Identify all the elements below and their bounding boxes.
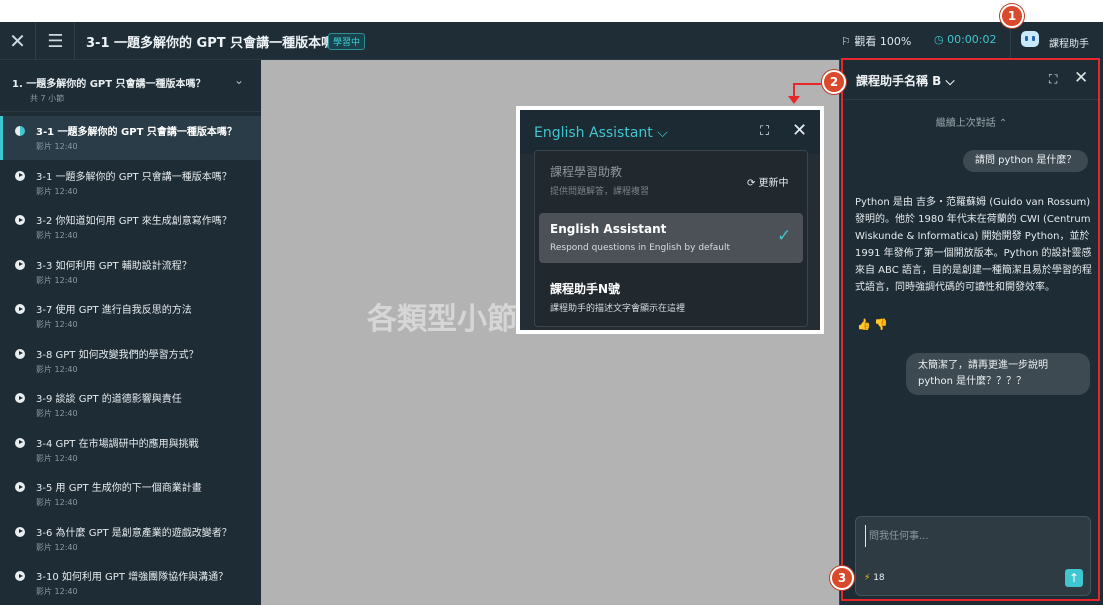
course-assistant-label: 課程助手 [1049,39,1089,50]
play-icon [15,215,25,225]
play-icon [15,437,25,448]
lesson-item[interactable]: 3-8 GPT 如何改變我們的學習方式？ 影片 12:40 [0,339,261,383]
lesson-item[interactable]: 3-2 你知道如何用 GPT 來生成創意寫作嗎？ 影片 12:40 [0,205,261,249]
assistant-panel-header: 課程助手名稱 B ⌵ ⛶ ✕ [840,60,1103,100]
timer: ◷ 00:00:02 [934,33,997,46]
assistant-name-selector[interactable]: 課程助手名稱 B ⌵ [856,72,955,89]
lesson-item[interactable]: 3-10 如何利用 GPT 增強團隊協作與溝通？ 影片 12:40 [0,561,261,605]
play-icon [15,126,25,136]
credit-value: 18 [873,573,885,583]
lesson-meta: 影片 12:40 [36,231,78,240]
play-icon [15,393,25,403]
lesson-meta: 影片 12:40 [36,542,78,552]
chapter-count: 共 7 小節 [30,94,65,103]
lesson-item[interactable]: 3-6 為什麼 GPT 是創意產業的遊戲改變者？ 影片 12:40 [0,517,261,561]
lesson-meta: 影片 12:40 [36,409,78,418]
lesson-item[interactable]: 3-1 一題多解你的 GPT 只會講一種版本嗎？ 影片 12:40 [0,116,261,160]
lesson-sidebar: 1. 一題多解你的 GPT 只會講一種版本嗎？ 共 7 小節 ⌄ 3-1 一題多… [0,60,261,605]
play-icon [15,304,25,314]
bot-icon [1021,31,1039,47]
annotation-marker: 3 [830,566,854,590]
updating-status: ⟳ 更新中 [747,178,789,189]
user-message: 太簡潔了，請再更進一步說明 python 是什麼？？？？ [906,353,1090,395]
lesson-meta: 影片 12:40 [36,275,78,285]
status-badge: 學習中 [328,33,366,50]
watch-progress: ⚐ 觀看 100% [841,35,912,48]
option-desc: Respond questions in English by default [550,243,730,253]
lesson-meta: 影片 12:40 [36,186,78,196]
top-bar: ✕ ☰ 3-1 一題多解你的 GPT 只會講一種版本嗎？ 學習中 ⚐ 觀看 10… [0,22,1103,60]
send-button[interactable]: ↑ [1065,569,1083,587]
lesson-meta: 影片 12:40 [36,587,78,596]
annotation-marker: 1 [1000,4,1024,28]
check-icon: ✓ [777,226,792,246]
play-icon [15,348,25,359]
lesson-meta: 影片 12:40 [36,453,78,463]
lesson-title: 3-1 一題多解你的 GPT 只會講一種版本嗎？ [86,36,348,51]
lightning-icon: ⚡ [864,573,871,583]
dropdown-option[interactable]: 課程助手N號 課程助手的描述文字會顯示在這裡 [539,271,803,321]
close-icon[interactable]: ✕ [792,120,807,141]
assistant-dropdown-callout: English Assistant ⌵ ⛶ ✕ 課程學習助教 提供問題解答，課程… [516,106,824,334]
lesson-item[interactable]: 3-7 使用 GPT 進行自我反思的方法 影片 12:40 [0,294,261,338]
chevron-down-icon[interactable]: ⌄ [234,73,244,87]
lesson-item[interactable]: 3-9 談談 GPT 的道德影響與責任 影片 12:40 [0,383,261,427]
lesson-meta: 影片 12:40 [36,320,78,329]
chapter-header[interactable]: 1. 一題多解你的 GPT 只會講一種版本嗎？ 共 7 小節 ⌄ [0,60,261,112]
dropdown-header: English Assistant ⌵ ⛶ ✕ [520,110,820,154]
dropdown-title[interactable]: English Assistant ⌵ [534,125,668,141]
assistant-message: Python 是由 吉多・范羅蘇姆 (Guido van Rossum) 發明的… [855,197,1092,293]
lesson-item[interactable]: 3-5 用 GPT 生成你的下一個商業計畫 影片 12:40 [0,472,261,516]
option-desc: 課程助手的描述文字會顯示在這裡 [550,304,686,314]
lesson-title: 3-8 GPT 如何改變我們的學習方式？ [36,349,199,361]
assistant-panel: 課程助手名稱 B ⌵ ⛶ ✕ 繼續上次對話 ⌃ 請問 python 是什麼？ P… [839,60,1103,605]
chapter-title: 1. 一題多解你的 GPT 只會講一種版本嗎？ [12,79,206,90]
lesson-item[interactable]: 3-4 GPT 在市場調研中的應用與挑戰 影片 12:40 [0,428,261,472]
close-icon[interactable]: ✕ [1074,68,1088,88]
lesson-title: 3-7 使用 GPT 進行自我反思的方法 [36,305,192,316]
lesson-title: 3-10 如何利用 GPT 增強團隊協作與溝通？ [36,572,229,583]
continue-conversation-link[interactable]: 繼續上次對話 ⌃ [840,114,1103,129]
lesson-title: 3-4 GPT 在市場調研中的應用與挑戰 [36,438,199,450]
expand-icon[interactable]: ⛶ [760,124,769,139]
dropdown-option[interactable]: 課程學習助教 提供問題解答，課程複習 ⟳ 更新中 [539,154,803,204]
lesson-title: 3-1 一題多解你的 GPT 只會講一種版本嗎？ [36,171,232,183]
lesson-item[interactable]: 3-1 一題多解你的 GPT 只會講一種版本嗎？ 影片 12:40 [0,161,261,205]
lesson-meta: 影片 12:40 [36,364,78,374]
lesson-item[interactable]: 3-3 如何利用 GPT 輔助設計流程？ 影片 12:40 [0,250,261,294]
play-icon [15,482,25,492]
expand-icon[interactable]: ⛶ [1049,72,1057,87]
lesson-title: 3-5 用 GPT 生成你的下一個商業計畫 [36,483,202,494]
play-icon [15,571,25,581]
option-name: 課程學習助教 [550,165,623,179]
dropdown-option-selected[interactable]: English Assistant Respond questions in E… [539,213,803,263]
play-icon [15,170,25,181]
play-icon [15,259,25,270]
chat-input[interactable] [865,525,1075,547]
lesson-meta: 影片 12:40 [36,142,78,151]
video-watermark: 各類型小節 [367,302,517,337]
option-name: 課程助手N號 [550,282,621,296]
lesson-title: 3-2 你知道如何用 GPT 來生成創意寫作嗎？ [36,216,232,227]
credit-count: ⚡ 18 [864,573,885,583]
play-icon [15,526,25,537]
lesson-title: 3-3 如何利用 GPT 輔助設計流程？ [36,260,192,272]
assistant-dropdown-menu: 課程學習助教 提供問題解答，課程複習 ⟳ 更新中 English Assista… [534,150,808,327]
lesson-title: 3-1 一題多解你的 GPT 只會講一種版本嗎？ [36,127,237,138]
lesson-title: 3-6 為什麼 GPT 是創意產業的遊戲改變者？ [36,527,232,539]
course-assistant-button[interactable]: 課程助手 [1010,22,1103,60]
option-desc: 提供問題解答，課程複習 [550,187,650,197]
feedback-icons[interactable]: 👍 👎 [857,318,888,331]
close-icon[interactable]: ✕ [0,22,36,60]
list-icon[interactable]: ☰ [37,22,75,60]
annotation-marker: 2 [822,70,846,94]
chat-input-box: ⚡ 18 ↑ [855,516,1091,596]
option-name: English Assistant [550,222,667,236]
lesson-title: 3-9 談談 GPT 的道德影響與責任 [36,394,182,405]
user-message: 請問 python 是什麼？ [963,150,1089,172]
lesson-meta: 影片 12:40 [36,498,78,507]
